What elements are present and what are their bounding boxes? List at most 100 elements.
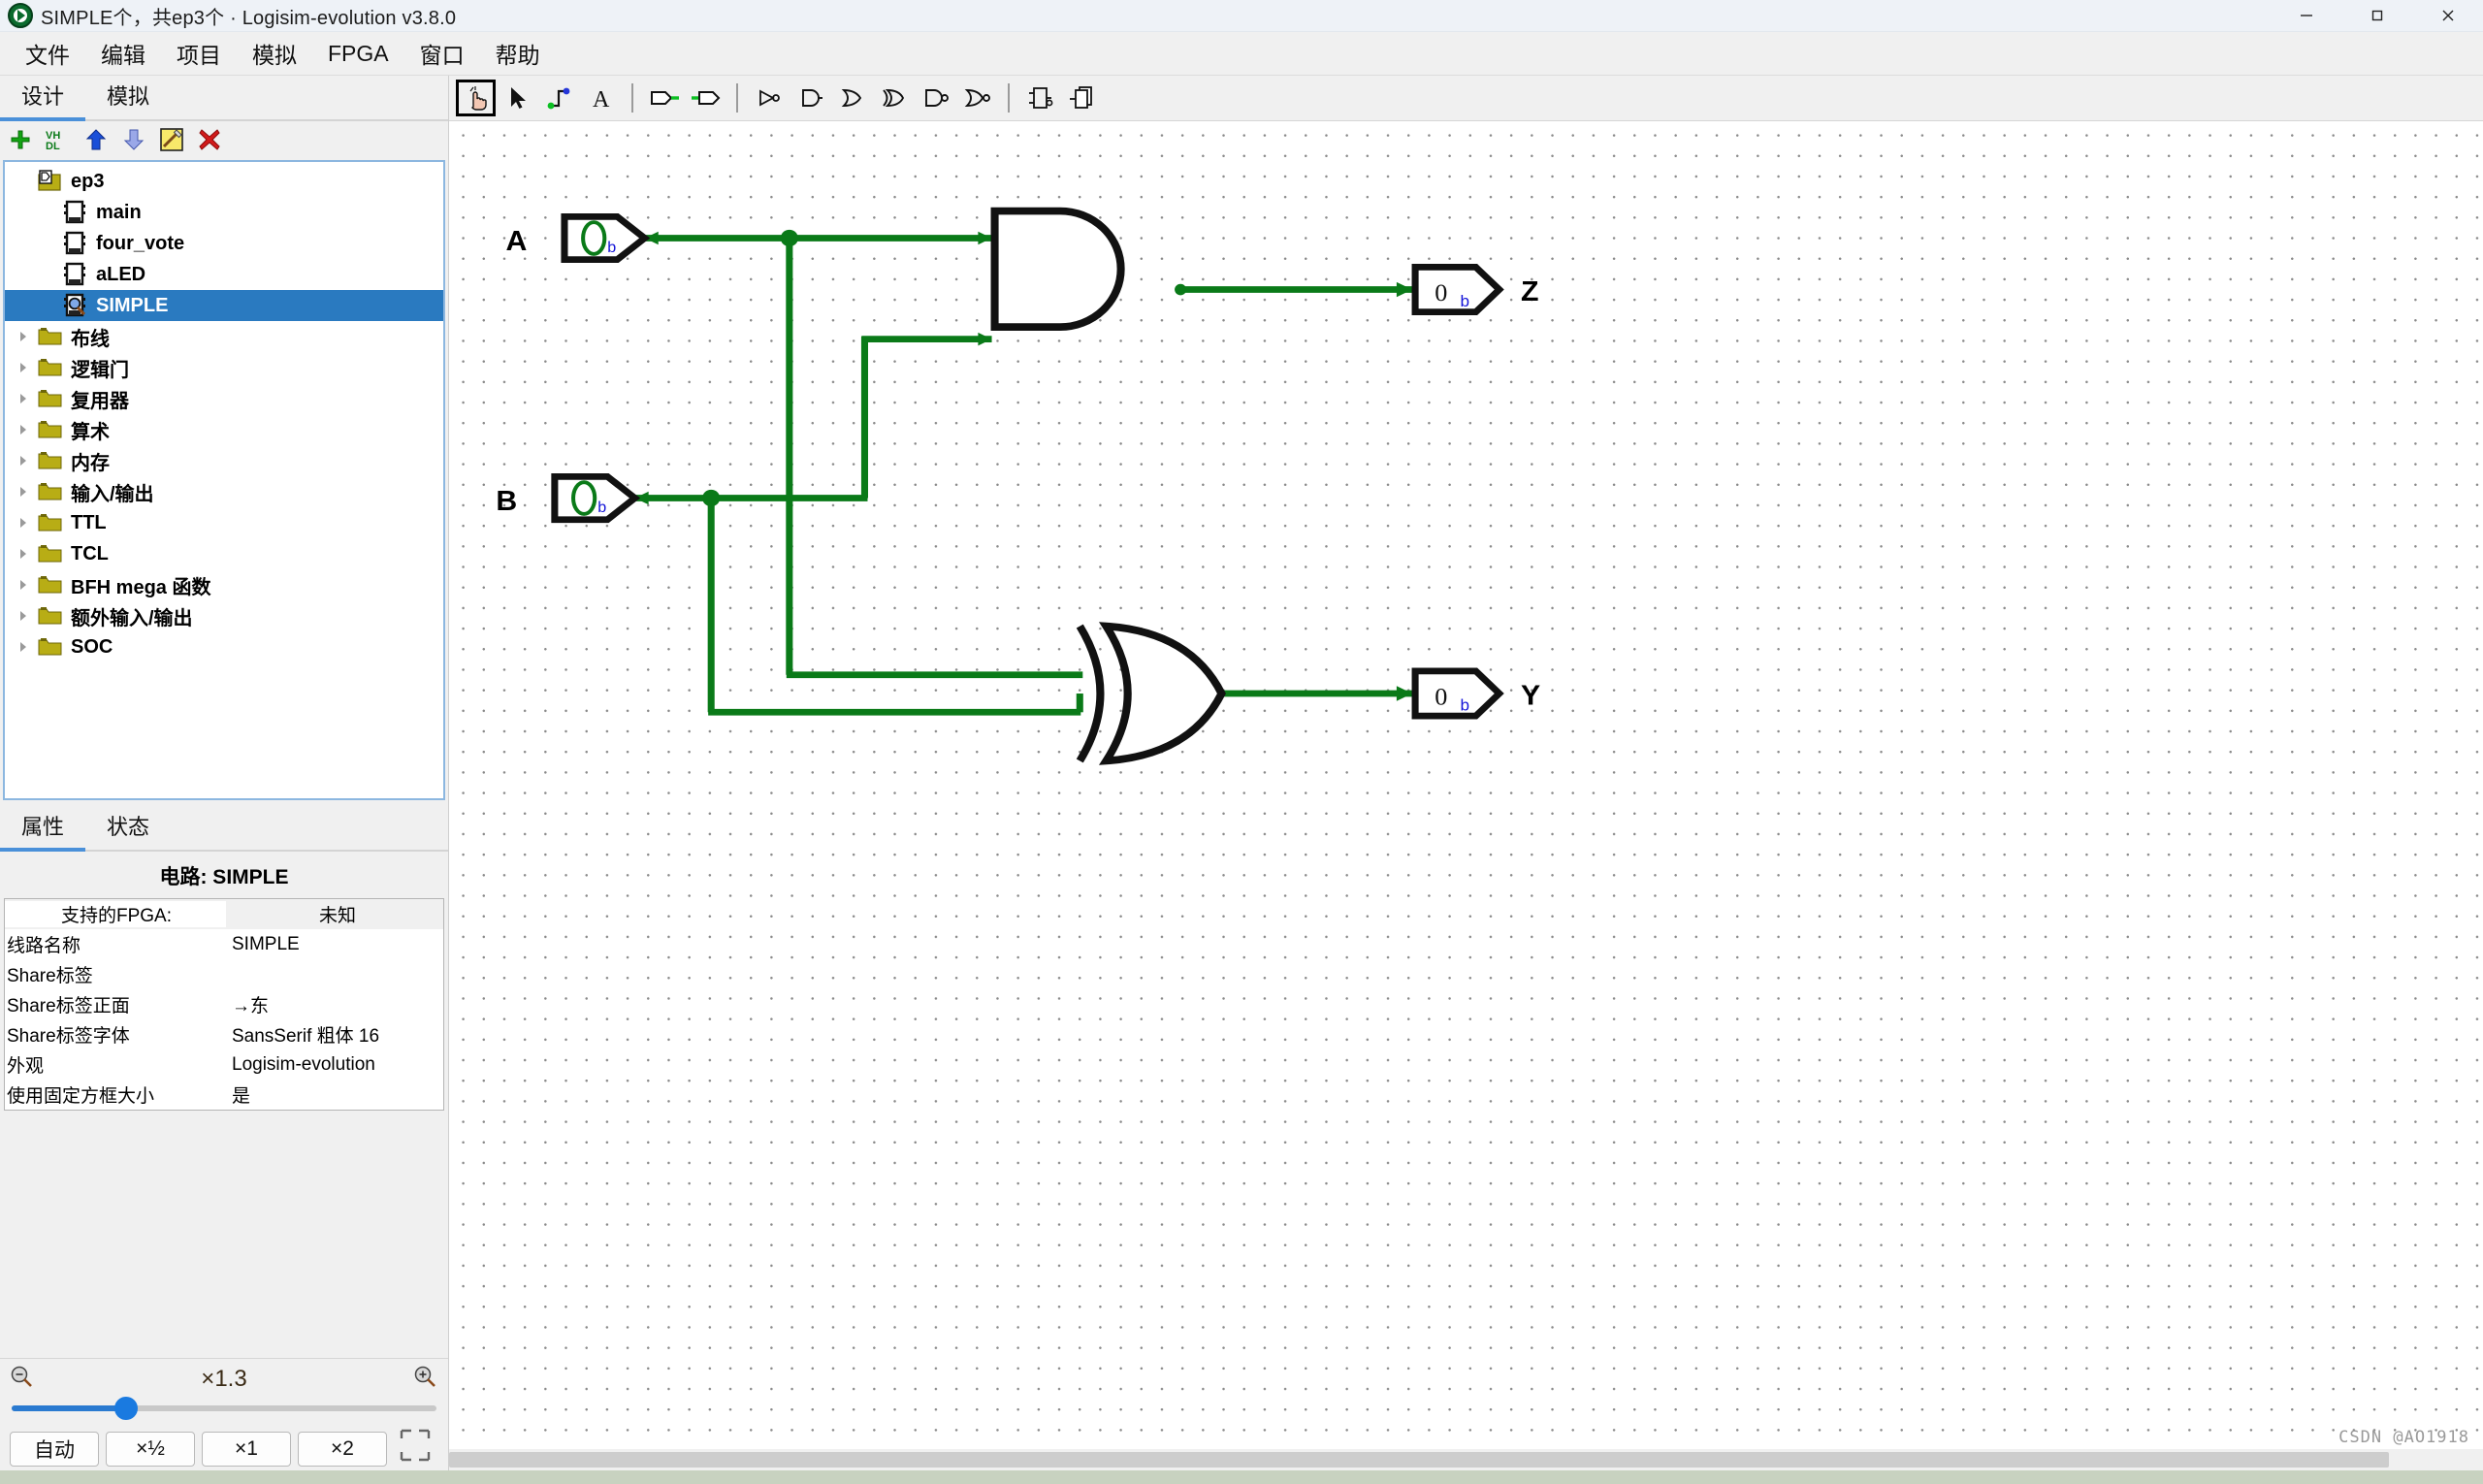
and-gate-tool[interactable]: [790, 79, 831, 117]
property-value[interactable]: Logisim-evolution: [226, 1054, 443, 1076]
tab-properties[interactable]: 属性: [0, 804, 86, 852]
tab-design[interactable]: 设计: [0, 74, 86, 121]
menu-file[interactable]: 文件: [10, 33, 85, 74]
tree-item-four_vote[interactable]: four_vote: [5, 228, 443, 259]
property-value[interactable]: 未知: [226, 901, 443, 927]
property-value[interactable]: →东: [226, 991, 443, 1017]
poke-tool[interactable]: [455, 79, 497, 117]
zoom-slider[interactable]: [10, 1396, 438, 1421]
toolbar-separator-2: [736, 83, 738, 113]
zoom-1x-button[interactable]: ×1: [202, 1431, 291, 1467]
chevron-right-icon[interactable]: [11, 361, 36, 374]
menu-edit[interactable]: 编辑: [85, 33, 161, 74]
tab-simulate[interactable]: 模拟: [85, 74, 171, 119]
chevron-right-icon[interactable]: [11, 516, 36, 530]
zoom-out-icon[interactable]: [10, 1365, 35, 1395]
menu-simulate[interactable]: 模拟: [237, 33, 312, 74]
input-pin-tool[interactable]: [643, 79, 685, 117]
chevron-right-icon[interactable]: [11, 547, 36, 561]
property-row[interactable]: 使用固定方框大小 是: [5, 1080, 443, 1110]
or-gate-tool[interactable]: [831, 79, 873, 117]
add-circuit-icon[interactable]: [8, 127, 33, 152]
tree-item-内存[interactable]: 内存: [5, 445, 443, 476]
xor-gate-tool[interactable]: [873, 79, 915, 117]
menu-project[interactable]: 项目: [161, 33, 237, 74]
property-value[interactable]: 是: [226, 1081, 443, 1108]
move-down-icon[interactable]: [121, 127, 146, 152]
tree-item-aLED[interactable]: aLED: [5, 259, 443, 290]
maximize-icon[interactable]: [2341, 0, 2412, 32]
tree-item-复用器[interactable]: 复用器: [5, 383, 443, 414]
vhdl-icon[interactable]: VH DL: [46, 127, 71, 152]
text-tool[interactable]: A: [580, 79, 622, 117]
zoom-half-button[interactable]: ×½: [106, 1431, 195, 1467]
wiring-tool[interactable]: [538, 79, 580, 117]
tree-item-算术[interactable]: 算术: [5, 414, 443, 445]
pin-y-label: Y: [1521, 680, 1540, 711]
zoom-2x-button[interactable]: ×2: [298, 1431, 387, 1467]
move-up-icon[interactable]: [83, 127, 109, 152]
nand-gate-tool[interactable]: [915, 79, 956, 117]
tree-item-main[interactable]: main: [5, 197, 443, 228]
chevron-right-icon[interactable]: [11, 485, 36, 499]
add-circuit-tool[interactable]: [1019, 79, 1061, 117]
tree-item-TCL[interactable]: TCL: [5, 538, 443, 569]
circuit-icon: [61, 200, 90, 225]
tree-item-布线[interactable]: 布线: [5, 321, 443, 352]
property-row[interactable]: Share标签字体 SansSerif 粗体 16: [5, 1019, 443, 1049]
and-gate[interactable]: [990, 207, 1125, 331]
property-row[interactable]: Share标签正面 →东: [5, 989, 443, 1019]
select-tool[interactable]: [497, 79, 538, 117]
chevron-right-icon[interactable]: [11, 578, 36, 592]
tree-item-输入/输出[interactable]: 输入/输出: [5, 476, 443, 507]
svg-text:A: A: [593, 87, 610, 113]
tree-item-逻辑门[interactable]: 逻辑门: [5, 352, 443, 383]
canvas-hscrollbar[interactable]: [449, 1449, 2483, 1470]
chevron-right-icon[interactable]: [11, 330, 36, 343]
tree-item-SIMPLE[interactable]: SIMPLE: [5, 290, 443, 321]
tree-item-BFH mega 函数[interactable]: BFH mega 函数: [5, 569, 443, 600]
duplicate-tool[interactable]: [1061, 79, 1103, 117]
output-pin-y[interactable]: 0 b: [1411, 667, 1504, 720]
output-pin-z[interactable]: 0 b: [1411, 264, 1504, 316]
chevron-right-icon[interactable]: [11, 640, 36, 654]
delete-icon[interactable]: [197, 127, 222, 152]
close-icon[interactable]: [2412, 0, 2483, 32]
menu-fpga[interactable]: FPGA: [312, 37, 404, 71]
property-row[interactable]: 线路名称 SIMPLE: [5, 929, 443, 959]
nor-gate-tool[interactable]: [956, 79, 998, 117]
input-pin-b[interactable]: b: [551, 472, 641, 524]
tree-item-TTL[interactable]: TTL: [5, 507, 443, 538]
property-row[interactable]: Share标签: [5, 959, 443, 989]
chevron-right-icon[interactable]: [11, 423, 36, 436]
zoom-in-icon[interactable]: [413, 1365, 438, 1395]
edit-icon[interactable]: [159, 127, 184, 152]
tree-item-额外输入/输出[interactable]: 额外输入/输出: [5, 600, 443, 631]
property-row[interactable]: 外观 Logisim-evolution: [5, 1049, 443, 1080]
tab-state[interactable]: 状态: [85, 804, 171, 850]
property-row[interactable]: 支持的FPGA: 未知: [5, 899, 443, 929]
project-explorer[interactable]: ep3 main four_vote aLED SIMPLE 布线 逻辑门 复用器 算术 内存 输入…: [3, 160, 445, 800]
tree-item-ep3[interactable]: ep3: [5, 166, 443, 197]
menu-help[interactable]: 帮助: [480, 33, 556, 74]
zoom-slider-knob[interactable]: [114, 1397, 139, 1420]
chevron-right-icon[interactable]: [11, 609, 36, 623]
minimize-icon[interactable]: [2271, 0, 2341, 32]
not-gate-tool[interactable]: [748, 79, 790, 117]
resize-grip[interactable]: [394, 1427, 438, 1470]
pin-b-label: B: [496, 486, 517, 517]
pin-a-radix: b: [607, 240, 616, 256]
tree-item-SOC[interactable]: SOC: [5, 631, 443, 662]
property-value[interactable]: SIMPLE: [226, 934, 443, 955]
output-pin-tool[interactable]: [685, 79, 726, 117]
circuit-active-icon: [61, 293, 90, 318]
circuit-canvas[interactable]: b A b B 0 b Z 0 b Y CSDN @AO1918: [449, 121, 2483, 1449]
menu-window[interactable]: 窗口: [404, 33, 480, 74]
input-pin-a[interactable]: b: [561, 212, 651, 264]
xor-gate[interactable]: [1076, 622, 1226, 765]
zoom-auto-button[interactable]: 自动: [10, 1431, 99, 1467]
chevron-right-icon[interactable]: [11, 454, 36, 468]
property-value[interactable]: SansSerif 粗体 16: [226, 1021, 443, 1048]
scrollbar-thumb[interactable]: [449, 1452, 2389, 1468]
chevron-right-icon[interactable]: [11, 392, 36, 405]
